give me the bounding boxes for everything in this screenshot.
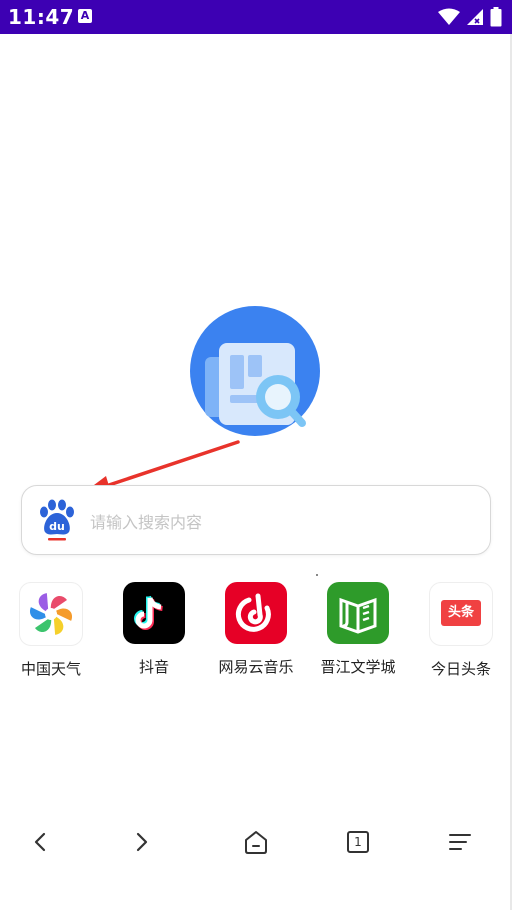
home-button[interactable] [239, 825, 273, 859]
douyin-icon [123, 582, 185, 644]
shortcut-douyin[interactable]: 抖音 [114, 582, 194, 677]
chevron-left-icon [34, 832, 46, 852]
a-icon: A [78, 9, 92, 23]
status-icons [438, 7, 502, 27]
back-button[interactable] [23, 825, 57, 859]
jinjiang-icon [327, 582, 389, 644]
shortcut-label: 中国天气 [20, 660, 81, 678]
shortcut-label: 网易云音乐 [218, 658, 294, 676]
stray-dot [316, 574, 318, 576]
shortcut-jinjiang[interactable]: 晋江文学城 [318, 582, 398, 677]
toutiao-icon: 头条 [429, 582, 493, 646]
china-weather-icon [19, 582, 83, 646]
shortcut-china-weather[interactable]: 中国天气 [11, 582, 91, 679]
shortcut-label: 今日头条 [430, 660, 491, 678]
signal-icon [467, 9, 483, 25]
chevron-right-icon [136, 832, 148, 852]
shortcut-netease-music[interactable]: 网易云音乐 [216, 582, 296, 677]
bottom-nav: 1 [0, 815, 512, 865]
search-placeholder: 请输入搜索内容 [90, 513, 203, 532]
menu-icon [449, 834, 471, 850]
shortcut-toutiao[interactable]: 头条 今日头条 [421, 582, 501, 679]
wifi-icon [438, 8, 460, 25]
news-search-icon [189, 305, 324, 440]
svg-text:du: du [49, 520, 65, 533]
forward-button[interactable] [125, 825, 159, 859]
battery-icon [490, 7, 502, 27]
home-icon [245, 831, 267, 854]
status-bar: 11:47 A [0, 0, 512, 34]
toutiao-badge: 头条 [441, 600, 481, 626]
shortcut-label: 晋江文学城 [320, 658, 396, 676]
netease-music-icon [225, 582, 287, 644]
menu-button[interactable] [443, 825, 477, 859]
status-time: 11:47 [8, 5, 75, 29]
tabs-count: 1 [354, 835, 362, 849]
baidu-icon[interactable]: du [34, 496, 80, 542]
tabs-icon: 1 [347, 831, 369, 853]
shortcut-label: 抖音 [138, 658, 169, 676]
tabs-button[interactable]: 1 [341, 825, 375, 859]
